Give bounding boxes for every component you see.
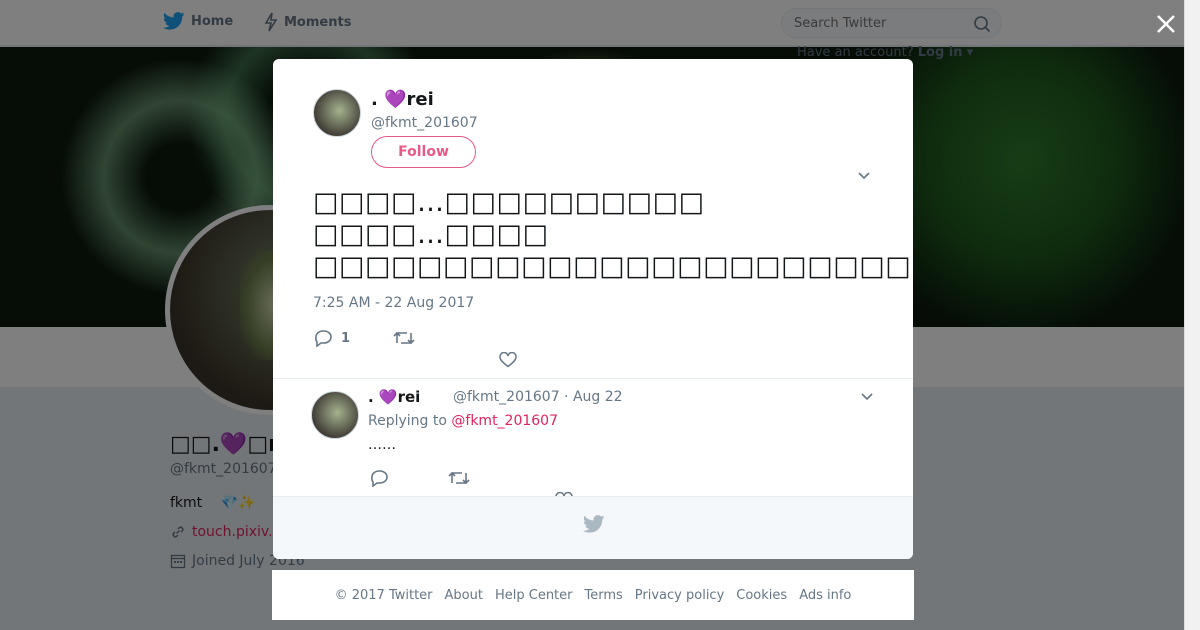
footer-link-ads-info[interactable]: Ads info [799, 588, 851, 603]
reply-author-name[interactable]: . 💜rei [368, 388, 420, 406]
close-icon[interactable] [1154, 12, 1178, 36]
divider [273, 378, 913, 379]
follow-button[interactable]: Follow [371, 136, 476, 168]
tweet-author-avatar[interactable] [313, 89, 361, 137]
heart-icon [499, 352, 517, 368]
twitter-bird-icon [583, 515, 605, 533]
retweet-icon [448, 471, 470, 485]
modal-footer [273, 496, 913, 559]
retweet-icon [393, 331, 415, 345]
reply-button[interactable] [369, 469, 389, 487]
chevron-down-icon[interactable] [857, 169, 871, 183]
chevron-down-icon[interactable] [860, 390, 874, 404]
replying-to: Replying to @fkmt_201607 [368, 413, 558, 429]
tweet-author-handle[interactable]: @fkmt_201607 [371, 115, 478, 131]
reply-count: 1 [341, 330, 351, 346]
reply-author-avatar[interactable] [311, 391, 359, 439]
replying-to-prefix: Replying to [368, 413, 447, 429]
footer-copyright: © 2017 Twitter [334, 587, 433, 603]
tweet-text-line: □□□□□□□□□□□□□□□□□□□□□□□□□□□□□□□□ [313, 251, 913, 282]
tweet-text-line: □□□□…□□□□□□□□□□ [313, 187, 705, 218]
page-footer: © 2017 Twitter About Help Center Terms P… [272, 570, 914, 620]
reply-icon [315, 330, 332, 347]
footer-link-help-center[interactable]: Help Center [495, 588, 573, 603]
reply-button[interactable]: 1 [313, 329, 350, 347]
reply-meta[interactable]: @fkmt_201607 · Aug 22 [453, 389, 623, 405]
footer-link-privacy[interactable]: Privacy policy [635, 588, 724, 603]
tweet-text-line: □□□□…□□□□ [313, 219, 549, 250]
footer-link-terms[interactable]: Terms [585, 588, 623, 603]
tweet-author-name[interactable]: . 💜rei [371, 89, 434, 110]
footer-link-about[interactable]: About [445, 588, 483, 603]
reply-icon [371, 470, 388, 487]
tweet-modal: . 💜rei @fkmt_201607 Follow □□□□…□□□□□□□□… [273, 59, 913, 559]
like-button[interactable] [499, 352, 517, 368]
reply-text: …… [368, 437, 396, 453]
replying-to-handle[interactable]: @fkmt_201607 [451, 413, 558, 429]
footer-link-cookies[interactable]: Cookies [736, 588, 787, 603]
tweet-timestamp[interactable]: 7:25 AM - 22 Aug 2017 [313, 295, 474, 311]
tweet-text: □□□□…□□□□□□□□□□ □□□□…□□□□ □□□□□□□□□□□□□□… [313, 187, 913, 283]
retweet-button[interactable] [448, 469, 470, 487]
retweet-button[interactable] [393, 329, 415, 347]
scrollbar[interactable] [1184, 0, 1200, 630]
